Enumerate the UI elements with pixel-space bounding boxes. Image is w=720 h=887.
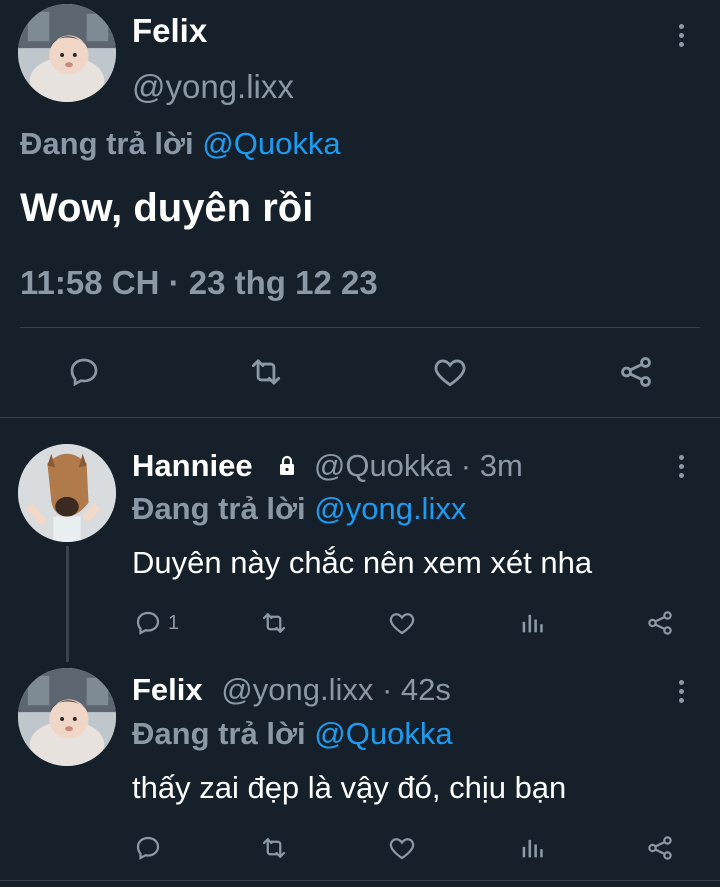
display-name[interactable]: Felix	[132, 672, 203, 707]
share-icon[interactable]	[644, 832, 676, 864]
replying-prefix: Đang trả lời	[132, 491, 306, 526]
replying-to-link[interactable]: @Quokka	[314, 716, 452, 751]
share-icon[interactable]	[616, 352, 656, 392]
reply-count: 1	[168, 612, 180, 634]
replying-to-line: Đang trả lời @Quokka	[20, 126, 341, 162]
like-icon[interactable]	[386, 832, 418, 864]
reply-icon[interactable]	[64, 352, 104, 392]
more-options-icon[interactable]	[676, 24, 686, 52]
more-options-icon[interactable]	[676, 455, 686, 483]
retweet-icon[interactable]	[258, 607, 290, 639]
reply-header: Felix @yong.lixx · 42s	[132, 672, 451, 708]
tweet-text: thấy zai đẹp là vậy đó, chịu bạn	[132, 770, 567, 805]
avatar[interactable]	[18, 668, 116, 766]
like-icon[interactable]	[430, 352, 470, 392]
thread-line	[66, 546, 69, 662]
replying-to-link[interactable]: @Quokka	[202, 126, 340, 161]
retweet-icon[interactable]	[258, 832, 290, 864]
replying-to-link[interactable]: @yong.lixx	[314, 491, 466, 526]
replying-prefix: Đang trả lời	[20, 126, 194, 161]
avatar[interactable]	[18, 444, 116, 542]
more-options-icon[interactable]	[676, 680, 686, 708]
replying-prefix: Đang trả lời	[132, 716, 306, 751]
divider	[0, 880, 720, 881]
lock-icon	[275, 450, 299, 486]
tweet-text: Wow, duyên rồi	[20, 186, 314, 230]
analytics-icon[interactable]	[516, 607, 548, 639]
reply-time[interactable]: · 42s	[382, 672, 451, 707]
reply-icon[interactable]	[132, 832, 164, 864]
replying-to-line: Đang trả lời @yong.lixx	[132, 491, 466, 527]
display-name[interactable]: Felix	[132, 12, 207, 50]
retweet-icon[interactable]	[246, 352, 286, 392]
reply-header: Hanniee @Quokka · 3m	[132, 448, 523, 486]
reply-icon[interactable]	[132, 607, 164, 639]
avatar[interactable]	[18, 4, 116, 102]
tweet-timestamp[interactable]: 11:58 CH · 23 thg 12 23	[20, 264, 378, 302]
divider	[20, 327, 700, 328]
divider	[0, 417, 720, 418]
avatar-photo-icon	[18, 4, 116, 102]
like-icon[interactable]	[386, 607, 418, 639]
reply-time[interactable]: · 3m	[461, 448, 523, 483]
analytics-icon[interactable]	[516, 832, 548, 864]
avatar-photo-icon	[18, 444, 116, 542]
tweet-text: Duyên này chắc nên xem xét nha	[132, 545, 593, 580]
handle[interactable]: @Quokka	[314, 448, 452, 483]
replying-to-line: Đang trả lời @Quokka	[132, 716, 453, 752]
handle[interactable]: @yong.lixx	[132, 68, 294, 106]
handle[interactable]: @yong.lixx	[221, 672, 373, 707]
avatar-photo-icon	[18, 668, 116, 766]
share-icon[interactable]	[644, 607, 676, 639]
display-name[interactable]: Hanniee	[132, 448, 253, 483]
